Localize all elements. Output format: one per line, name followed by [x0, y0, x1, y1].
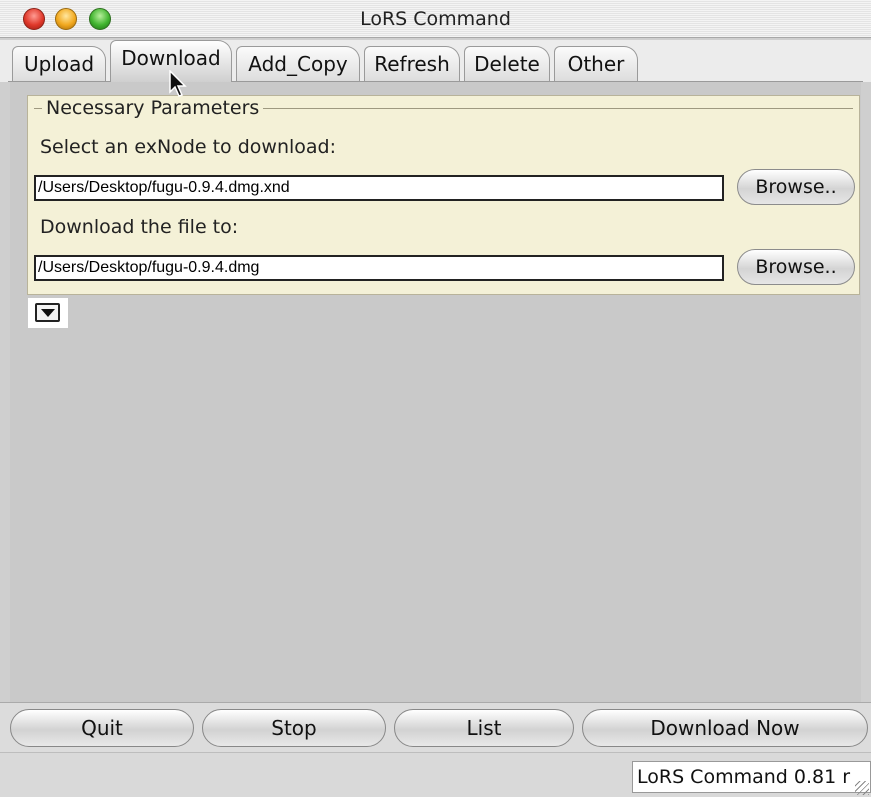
- download-now-button[interactable]: Download Now: [582, 709, 868, 747]
- disclosure-box: [35, 303, 60, 322]
- exnode-label: Select an exNode to download:: [40, 136, 336, 158]
- download-panel: Necessary Parameters Select an exNode to…: [10, 82, 861, 702]
- disclosure-toggle[interactable]: [28, 298, 68, 328]
- tab-other[interactable]: Other: [554, 46, 638, 82]
- resize-grip-icon[interactable]: [855, 781, 869, 795]
- destination-label: Download the file to:: [40, 216, 239, 238]
- tab-refresh[interactable]: Refresh: [364, 46, 460, 82]
- lors-command-window: LoRS Command Upload Download Add_Copy Re…: [0, 0, 871, 797]
- window-title: LoRS Command: [360, 8, 511, 30]
- browse-destination-button[interactable]: Browse..: [737, 249, 855, 285]
- group-legend: Necessary Parameters: [42, 97, 264, 119]
- stop-button[interactable]: Stop: [202, 709, 386, 747]
- necessary-parameters-group: Necessary Parameters Select an exNode to…: [27, 95, 860, 295]
- status-text: LoRS Command 0.81 r: [632, 761, 871, 793]
- tab-add-copy[interactable]: Add_Copy: [236, 46, 360, 82]
- disclosure-triangle-icon: [41, 309, 55, 317]
- tab-upload[interactable]: Upload: [12, 46, 106, 82]
- title-bar[interactable]: LoRS Command: [0, 0, 871, 38]
- action-bar: Quit Stop List Download Now: [0, 702, 871, 752]
- quit-button[interactable]: Quit: [10, 709, 194, 747]
- mouse-pointer-icon: [169, 70, 187, 97]
- tab-strip: Upload Download Add_Copy Refresh Delete …: [0, 40, 871, 82]
- browse-exnode-button[interactable]: Browse..: [737, 169, 855, 205]
- tab-delete[interactable]: Delete: [464, 46, 550, 82]
- status-bar: LoRS Command 0.81 r: [0, 752, 871, 797]
- list-button[interactable]: List: [394, 709, 574, 747]
- exnode-path-input[interactable]: /Users/Desktop/fugu-0.9.4.dmg.xnd: [34, 175, 724, 201]
- destination-path-input[interactable]: /Users/Desktop/fugu-0.9.4.dmg: [34, 255, 724, 281]
